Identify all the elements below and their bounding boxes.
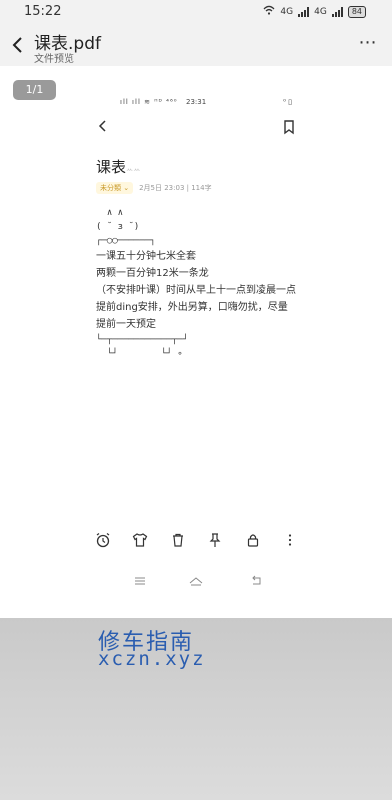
- note-title: 课表ꕀꕀ: [96, 156, 141, 177]
- network-label-2: 4G: [314, 6, 327, 17]
- note-body: ∧ ∧ ( ˘ з ˘) ┌─◯◯──────┐ 一课五十分钟七米全套 两颗一百…: [96, 206, 306, 361]
- note-category-label: 未分類: [100, 184, 121, 192]
- note-toolbar: [86, 530, 308, 552]
- note-back-icon: [96, 118, 110, 134]
- note-more-icon: [282, 532, 298, 548]
- home-icon: [188, 572, 203, 586]
- title-decoration: ꕀꕀ: [126, 165, 141, 174]
- signal-icon-2: [331, 6, 343, 17]
- wifi-icon: [263, 5, 275, 18]
- pin-icon: [207, 532, 223, 548]
- note-category: 未分類 ⌄: [96, 182, 134, 194]
- note-line: 两颗一百分钟12米一条龙: [96, 268, 209, 279]
- file-subtitle: 文件预览: [34, 54, 74, 65]
- note-status-right: ⁰ ▯: [283, 98, 292, 106]
- ascii-art-line: ∧ ∧: [96, 208, 124, 218]
- note-nav-bar: [86, 572, 308, 586]
- footer-area: [0, 618, 392, 800]
- embedded-note-screenshot: ıll ıll ≋ ᵸᴰ ⁴⁶⁰ 23:31 ⁰ ▯ 课表ꕀꕀ 未分類 ⌄ 2月…: [86, 94, 308, 594]
- note-line: 提前ding安排，外出另算，口嗨勿扰，尽量: [96, 302, 288, 313]
- note-line: 一课五十分钟七米全套: [96, 251, 196, 262]
- menu-icon: [133, 572, 147, 585]
- app-bar: 课表.pdf 文件预览 ⋯: [0, 24, 392, 66]
- battery-icon: 84: [347, 5, 366, 18]
- back-arrow-icon[interactable]: [8, 34, 28, 56]
- shirt-icon: [132, 532, 148, 548]
- note-meta-text: 2月5日 23:03 | 114字: [139, 184, 212, 192]
- system-status-bar: 15:22 4G 4G 84: [0, 0, 392, 24]
- return-icon: [249, 572, 263, 585]
- note-line: 提前一天预定: [96, 319, 156, 330]
- more-icon[interactable]: ⋯: [358, 34, 378, 54]
- note-line: （不安排叶课）时间从早上十一点到凌晨一点: [96, 285, 296, 296]
- note-status-left: ıll ıll ≋ ᵸᴰ ⁴⁶⁰: [120, 98, 178, 106]
- status-icons: 4G 4G 84: [263, 5, 366, 18]
- trash-icon: [170, 532, 186, 548]
- note-title-text: 课表: [96, 158, 127, 176]
- note-status-time: 23:31: [186, 98, 207, 106]
- ascii-art-line: ┌─◯◯──────┐: [96, 236, 156, 246]
- ascii-art-line: └─┬───────────┬─┘: [96, 335, 189, 345]
- bookmark-icon: [282, 119, 296, 135]
- page-indicator: 1/1: [13, 80, 56, 100]
- note-meta: 未分類 ⌄ 2月5日 23:03 | 114字: [96, 182, 212, 194]
- network-label: 4G: [280, 6, 294, 17]
- ascii-art-line: └┘ └┘ ∘: [96, 349, 183, 359]
- watermark-url: xczn.xyz: [98, 648, 206, 670]
- ascii-art-line: ( ˘ з ˘): [96, 222, 140, 232]
- status-time: 15:22: [24, 4, 62, 19]
- signal-icon: [298, 6, 310, 17]
- lock-icon: [245, 532, 261, 548]
- alarm-icon: [95, 532, 111, 548]
- note-status-bar: ıll ıll ≋ ᵸᴰ ⁴⁶⁰ 23:31 ⁰ ▯: [86, 98, 308, 110]
